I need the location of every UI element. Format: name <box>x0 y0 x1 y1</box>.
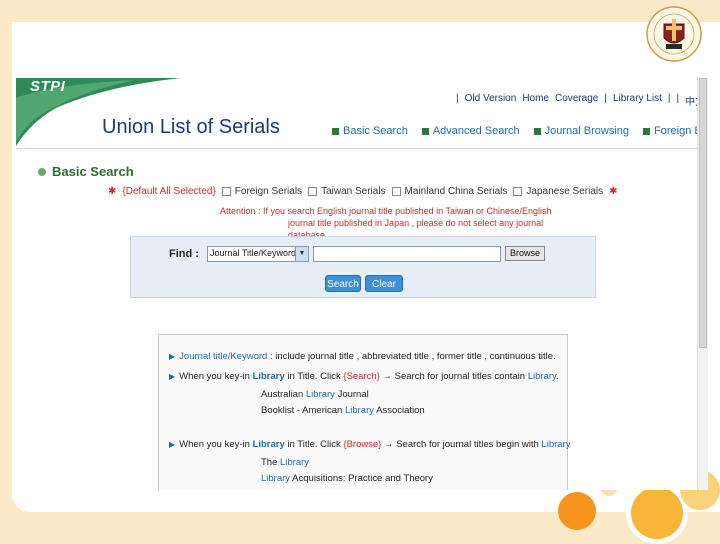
search-field-select[interactable]: Journal Title/Keyword ▼ <box>207 246 309 262</box>
default-selected-label: {Default All Selected} <box>122 186 216 197</box>
chevron-down-icon[interactable]: ▼ <box>295 247 308 261</box>
header-divider <box>16 148 698 149</box>
filter-japanese-serials[interactable]: Japanese Serials <box>513 186 603 197</box>
help-example: Australian Library Journal <box>261 389 369 400</box>
checkbox[interactable] <box>308 187 318 196</box>
help-example: Booklist - American Library Association <box>261 405 425 416</box>
checkbox[interactable] <box>513 187 523 196</box>
square-bullet-icon <box>332 127 339 135</box>
nav-advanced-search[interactable]: Advanced Search <box>421 125 520 137</box>
search-button[interactable]: Search <box>325 275 361 292</box>
help-box: ▶ Journal title/Keyword : include journal… <box>158 334 571 490</box>
bullet-dot-icon <box>38 167 46 176</box>
nav-basic-search[interactable]: Basic Search <box>332 125 408 137</box>
database-filters: ✱ {Default All Selected} Foreign Serials… <box>108 186 618 197</box>
arrow-right-icon: ▶ <box>169 440 176 449</box>
filter-mainland-china-serials[interactable]: Mainland China Serials <box>391 186 507 197</box>
square-bullet-icon <box>421 127 429 135</box>
search-input[interactable] <box>313 246 501 262</box>
help-line-search: ▶ When you key-in Library in Title. Click… <box>169 371 559 382</box>
filter-foreign-serials[interactable]: Foreign Serials <box>221 186 302 197</box>
arrow-right-icon: ▶ <box>169 352 176 361</box>
university-emblem-icon <box>646 6 702 62</box>
top-links: | Old Version Home Coverage | Library Li… <box>456 93 708 108</box>
arrow-right-icon: ▶ <box>169 372 176 381</box>
scrollbar-thumb[interactable] <box>699 78 707 348</box>
link-home[interactable]: Home <box>522 93 549 108</box>
help-line-browse: ▶ When you key-in Library in Title. Click… <box>169 439 571 450</box>
link-library-list[interactable]: Library List <box>613 93 662 108</box>
clear-button[interactable]: Clear <box>365 275 403 292</box>
search-panel: Find : Journal Title/Keyword ▼ Browse Se… <box>130 236 596 298</box>
filter-taiwan-serials[interactable]: Taiwan Serials <box>308 186 386 197</box>
square-bullet-icon <box>533 127 541 135</box>
help-line-keyword: ▶ Journal title/Keyword : include journal… <box>169 351 556 362</box>
browser-viewport: STPI Union List of Serials | Old Version… <box>16 78 708 490</box>
vertical-scrollbar[interactable] <box>697 78 708 490</box>
decor-circle <box>558 492 596 530</box>
help-example: Library Acquisitions: Practice and Theor… <box>261 473 433 484</box>
stpi-logo[interactable]: STPI <box>30 78 65 95</box>
decor-circle <box>626 482 688 544</box>
square-bullet-icon <box>643 127 651 135</box>
page-title: Union List of Serials <box>102 116 280 138</box>
main-nav: Basic Search Advanced Search Journal Bro… <box>332 125 708 137</box>
section-title: Basic Search <box>38 164 134 179</box>
checkbox[interactable] <box>221 187 231 196</box>
browse-button[interactable]: Browse <box>505 246 545 261</box>
help-example: The Library <box>261 457 310 468</box>
link-coverage[interactable]: Coverage <box>555 93 598 108</box>
link-old-version[interactable]: Old Version <box>465 93 517 108</box>
checkbox[interactable] <box>391 187 401 196</box>
find-label: Find : <box>169 248 199 260</box>
nav-journal-browsing[interactable]: Journal Browsing <box>533 125 629 137</box>
